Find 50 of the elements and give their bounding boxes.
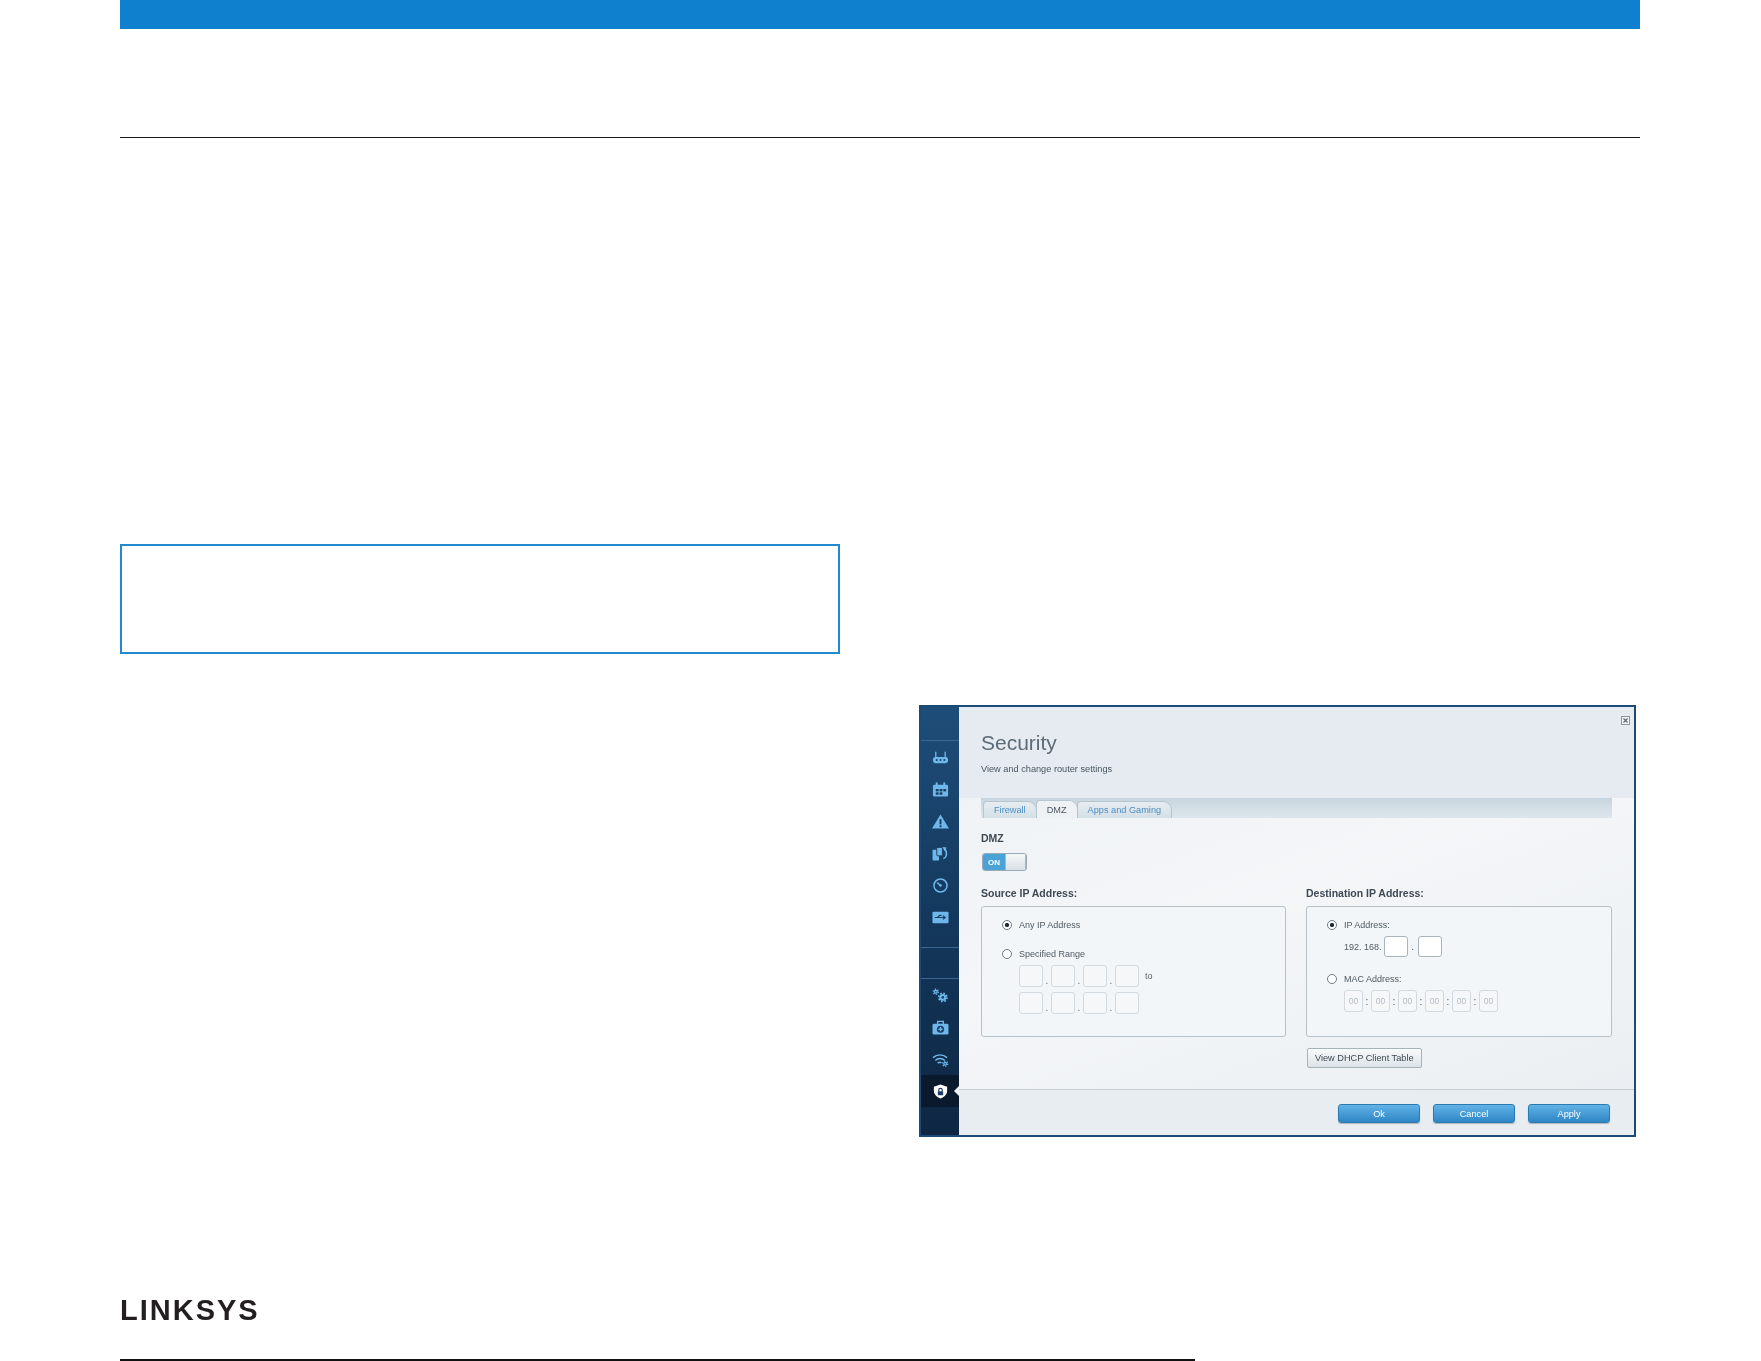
first-aid-kit-icon bbox=[931, 1019, 949, 1035]
separator-dot: . bbox=[1076, 1002, 1082, 1014]
option-label: Any IP Address bbox=[1019, 920, 1081, 930]
separator-dot: . bbox=[1076, 975, 1082, 987]
separator-dot: . bbox=[1108, 1002, 1114, 1014]
section-heading: Source IP Address: bbox=[981, 886, 1079, 900]
octet-field[interactable] bbox=[1383, 936, 1408, 957]
dialog-button[interactable]: Apply bbox=[1528, 1104, 1610, 1123]
gears-icon bbox=[931, 987, 949, 1003]
option-label: Specified Range bbox=[1019, 949, 1086, 959]
toggle-switch[interactable]: ON bbox=[982, 853, 1027, 871]
radio-button[interactable] bbox=[1002, 949, 1012, 959]
separator-colon: : bbox=[1364, 995, 1370, 1007]
shield-lock-icon bbox=[931, 1083, 949, 1099]
tab[interactable]: DMZ bbox=[1035, 800, 1078, 818]
option-label: MAC Address: bbox=[1344, 974, 1402, 984]
window-title: Security bbox=[981, 730, 1058, 755]
brand-logo: LINKSYS bbox=[120, 1296, 260, 1325]
separator-dot: . bbox=[1108, 975, 1114, 987]
close-icon[interactable] bbox=[1621, 716, 1630, 725]
tab[interactable]: Apps and Gaming bbox=[1076, 801, 1173, 818]
warning-icon bbox=[931, 813, 949, 829]
router-icon bbox=[931, 749, 949, 765]
radio-button[interactable] bbox=[1002, 920, 1012, 930]
separator-colon: : bbox=[1472, 995, 1478, 1007]
dhcp-table-button[interactable]: View DHCP Client Table bbox=[1307, 1048, 1422, 1068]
dialog-button[interactable]: Cancel bbox=[1433, 1104, 1515, 1123]
range-to-label: to bbox=[1145, 971, 1153, 981]
devices-arrow-icon bbox=[931, 845, 949, 861]
sidebar-item[interactable] bbox=[921, 1075, 959, 1107]
section-heading: Destination IP Address: bbox=[1306, 886, 1425, 900]
separator-dot: . bbox=[1044, 975, 1050, 987]
separator-dot: . bbox=[1044, 1002, 1050, 1014]
ip-prefix: 192. 168. bbox=[1344, 941, 1382, 952]
wifi-gear-icon bbox=[931, 1051, 949, 1067]
dialog-button[interactable]: Ok bbox=[1338, 1104, 1420, 1123]
octet-field[interactable] bbox=[1417, 936, 1442, 957]
option-label: IP Address: bbox=[1344, 920, 1390, 930]
separator-colon: : bbox=[1445, 995, 1451, 1007]
separator-dot: . bbox=[1410, 940, 1415, 953]
section-label: DMZ bbox=[981, 831, 1005, 845]
arrow-box-icon bbox=[931, 909, 949, 925]
calendar-icon bbox=[931, 781, 949, 797]
radio-button[interactable] bbox=[1327, 974, 1337, 984]
gauge-icon bbox=[931, 877, 949, 893]
tab[interactable]: Firewall bbox=[983, 801, 1037, 818]
radio-button[interactable] bbox=[1327, 920, 1337, 930]
window-subtitle: View and change router settings bbox=[981, 763, 1114, 775]
separator-colon: : bbox=[1391, 995, 1397, 1007]
separator-colon: : bbox=[1418, 995, 1424, 1007]
